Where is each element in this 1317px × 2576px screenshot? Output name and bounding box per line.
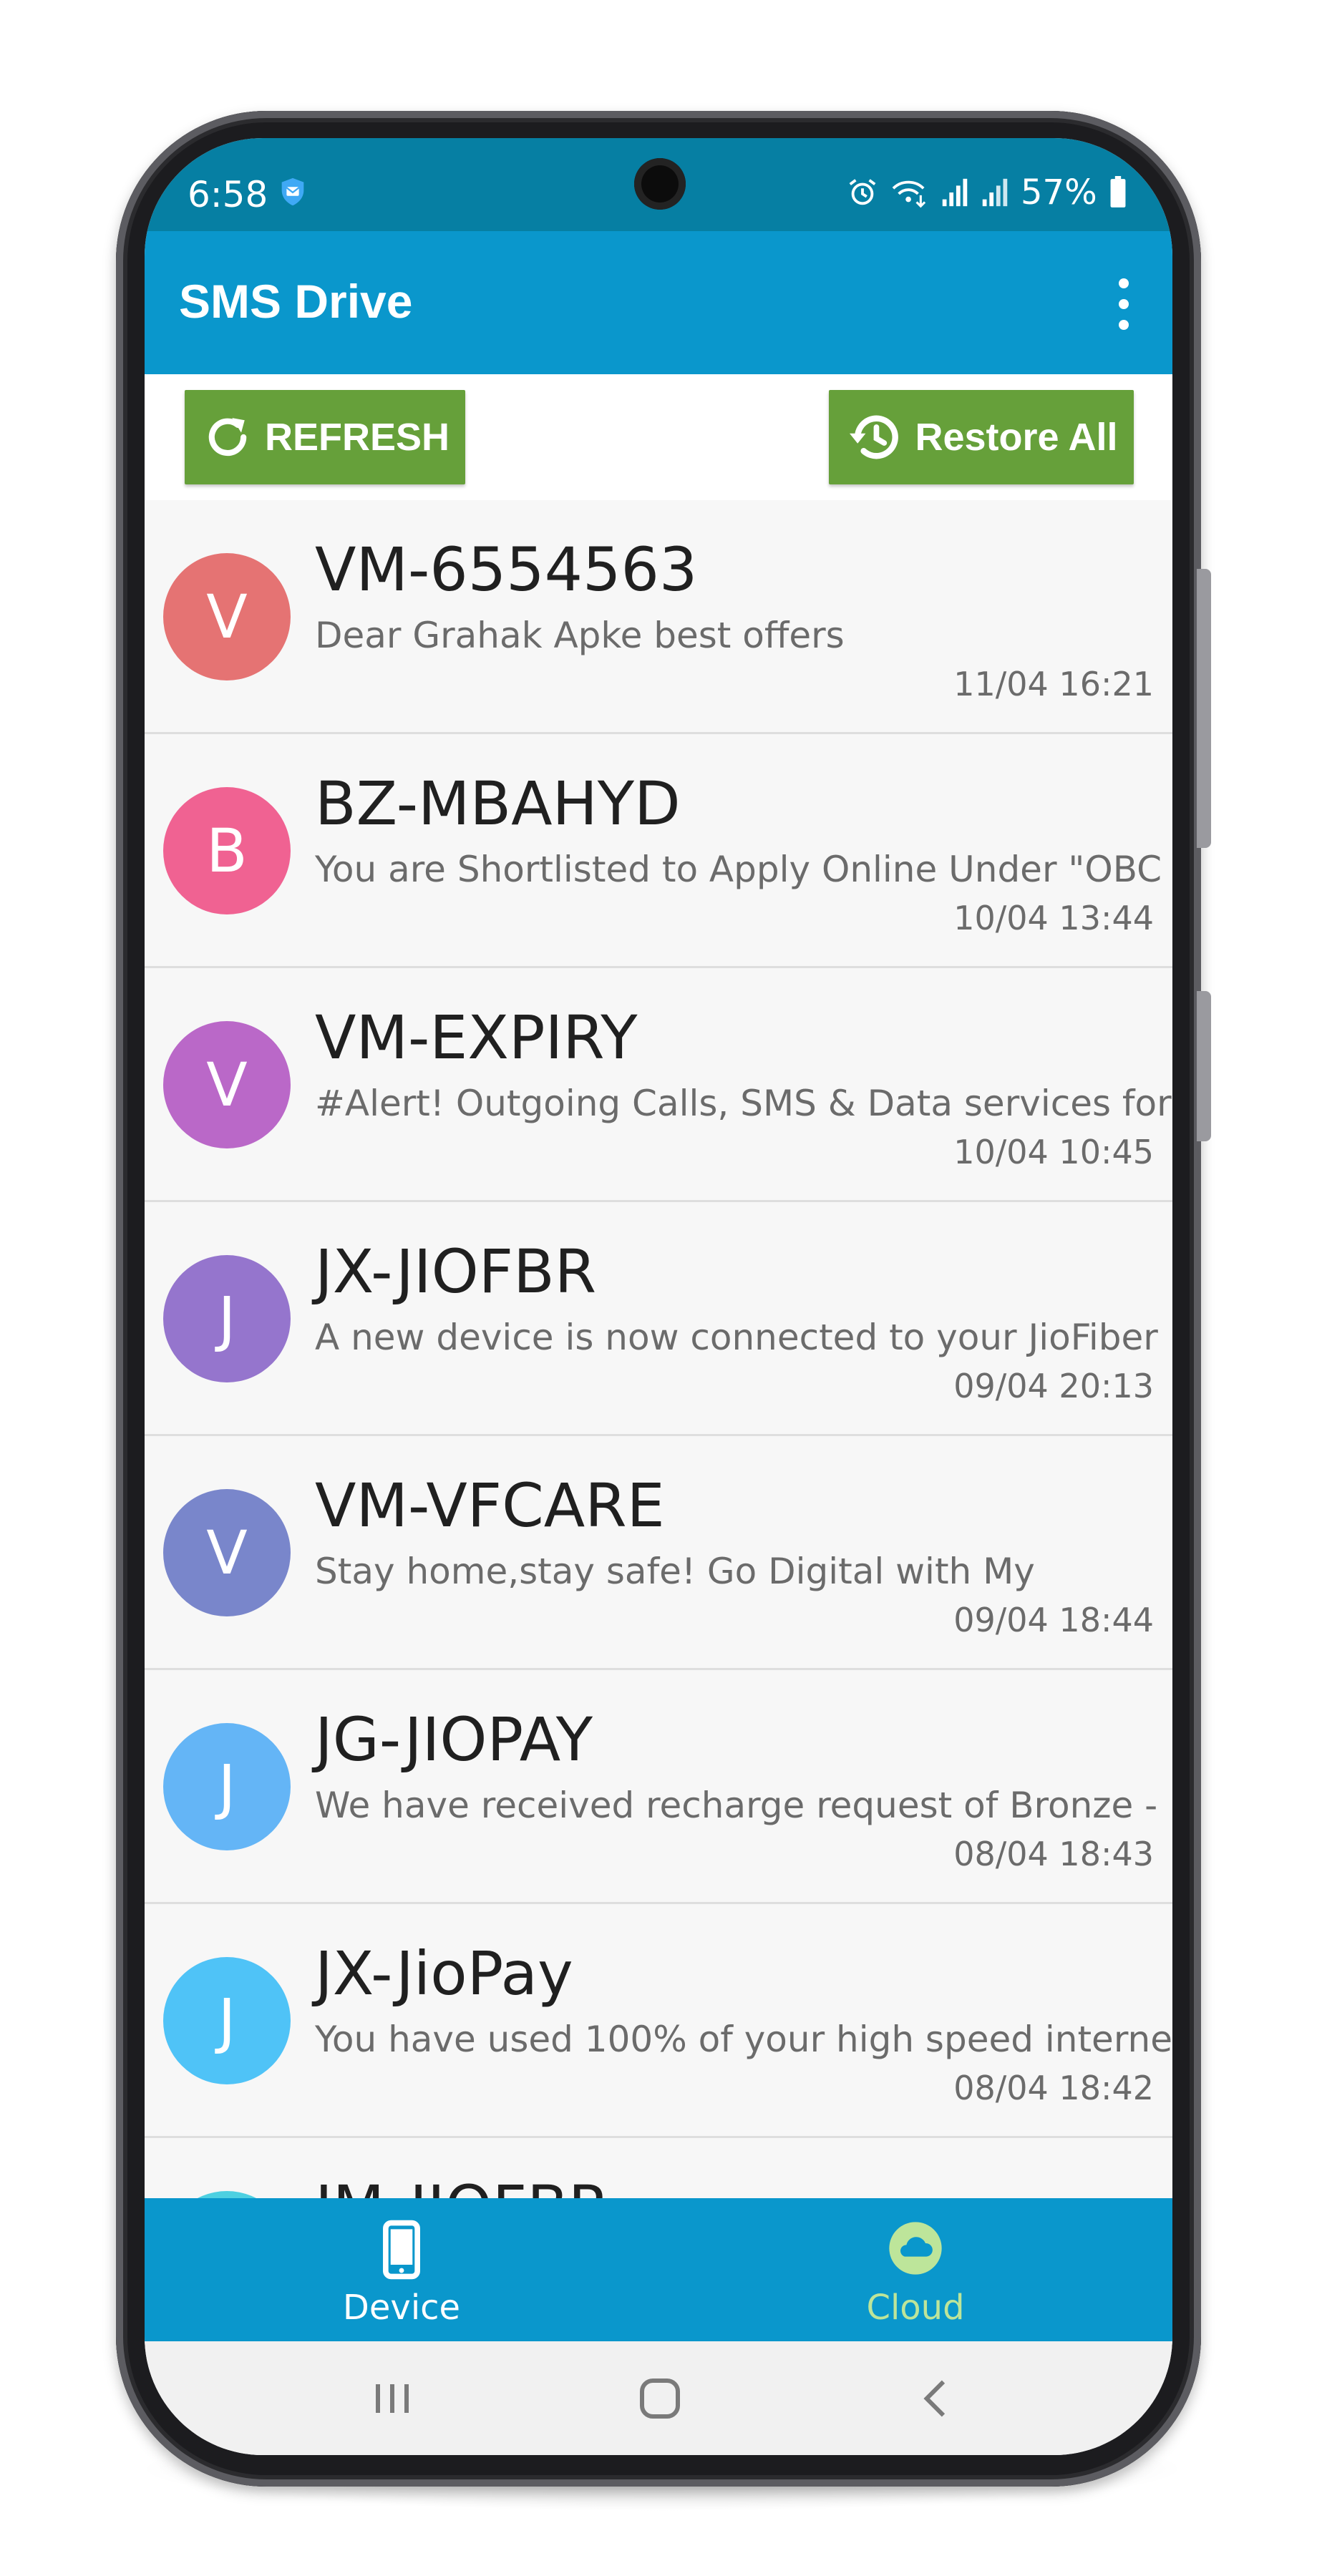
message-row[interactable]: V VM-EXPIRY #Alert! Outgoing Calls, SMS … [145, 968, 1172, 1202]
battery-percent: 57% [1021, 172, 1097, 213]
bottom-navigation: Device Cloud [145, 2198, 1172, 2341]
message-row[interactable]: V VM-VFCARE Stay home,stay safe! Go Digi… [145, 1436, 1172, 1670]
message-preview: #Alert! Outgoing Calls, SMS & Data servi… [315, 1083, 1172, 1124]
message-time: 09/04 18:44 [953, 1601, 1154, 1639]
avatar: J [163, 1255, 291, 1382]
avatar: J [163, 1723, 291, 1850]
message-sender: VM-EXPIRY [315, 1002, 638, 1073]
message-time: 09/04 20:13 [953, 1367, 1154, 1405]
power-button [1197, 991, 1211, 1141]
message-time: 11/04 16:21 [953, 665, 1154, 703]
message-row[interactable]: B BZ-MBAHYD You are Shortlisted to Apply… [145, 734, 1172, 968]
status-icons: 57% [846, 172, 1127, 213]
avatar: J [163, 2191, 291, 2198]
message-row[interactable]: J JX-JIOFBR A new device is now connecte… [145, 1202, 1172, 1436]
alarm-icon [849, 179, 876, 205]
refresh-button[interactable]: REFRESH [185, 390, 465, 484]
message-time: 08/04 18:42 [953, 2069, 1154, 2107]
message-time: 08/04 18:43 [953, 1835, 1154, 1873]
nav-cloud[interactable]: Cloud [658, 2198, 1172, 2341]
restore-all-label: Restore All [915, 416, 1118, 459]
message-sender: JX-JIOFBR [315, 1236, 597, 1307]
signal-2-icon [982, 178, 1008, 207]
recents-icon[interactable] [364, 2370, 421, 2427]
volume-button [1197, 569, 1211, 848]
message-list[interactable]: V VM-6554563 Dear Grahak Apke best offer… [145, 500, 1172, 2198]
shield-icon [281, 177, 304, 206]
message-row[interactable]: J JM-JIOFBR [145, 2138, 1172, 2198]
message-sender: JM-JIOFBR [315, 2172, 610, 2198]
message-time: 10/04 13:44 [953, 899, 1154, 937]
message-preview: A new device is now connected to your Ji… [315, 1317, 1158, 1358]
history-icon [850, 415, 899, 459]
message-row[interactable]: V VM-6554563 Dear Grahak Apke best offer… [145, 500, 1172, 734]
action-bar: REFRESH Restore All [145, 374, 1172, 500]
cloud-icon [889, 2222, 942, 2275]
system-navigation-bar [145, 2341, 1172, 2455]
battery-icon [1110, 176, 1126, 208]
nav-cloud-label: Cloud [866, 2288, 965, 2328]
phone-screen: 6:58 57% SMS Drive REFRESH Restore All V… [145, 138, 1172, 2455]
message-preview: Stay home,stay safe! Go Digital with My [315, 1551, 1035, 1592]
message-sender: BZ-MBAHYD [315, 769, 681, 839]
restore-all-button[interactable]: Restore All [829, 390, 1134, 484]
front-camera [634, 158, 686, 210]
home-icon[interactable] [631, 2370, 689, 2427]
message-preview: We have received recharge request of Bro… [315, 1785, 1158, 1826]
avatar: J [163, 1957, 291, 2084]
app-title: SMS Drive [179, 275, 413, 328]
refresh-icon [208, 418, 247, 457]
smartphone-icon [383, 2220, 420, 2280]
avatar: V [163, 553, 291, 680]
refresh-label: REFRESH [264, 416, 450, 459]
message-time: 10/04 10:45 [953, 1133, 1154, 1171]
message-row[interactable]: J JX-JioPay You have used 100% of your h… [145, 1904, 1172, 2138]
avatar: V [163, 1021, 291, 1148]
message-preview: You are Shortlisted to Apply Online Unde… [315, 849, 1172, 890]
signal-icon [942, 178, 968, 207]
status-bar: 6:58 57% [145, 138, 1172, 231]
app-bar: SMS Drive [145, 231, 1172, 374]
message-sender: JG-JIOPAY [315, 1704, 593, 1775]
wifi-calling-icon [892, 180, 926, 208]
back-icon[interactable] [908, 2370, 965, 2427]
nav-device[interactable]: Device [145, 2198, 658, 2341]
message-sender: JX-JioPay [315, 1938, 573, 2009]
nav-device-label: Device [342, 2288, 461, 2328]
message-row[interactable]: J JG-JIOPAY We have received recharge re… [145, 1670, 1172, 1904]
message-preview: You have used 100% of your high speed in… [315, 2019, 1172, 2060]
message-sender: VM-VFCARE [315, 1470, 665, 1541]
message-preview: Dear Grahak Apke best offers [315, 615, 845, 656]
avatar: V [163, 1489, 291, 1616]
avatar: B [163, 787, 291, 914]
status-time: 6:58 [188, 174, 268, 215]
more-vert-icon[interactable] [1109, 274, 1138, 334]
message-sender: VM-6554563 [315, 535, 698, 605]
